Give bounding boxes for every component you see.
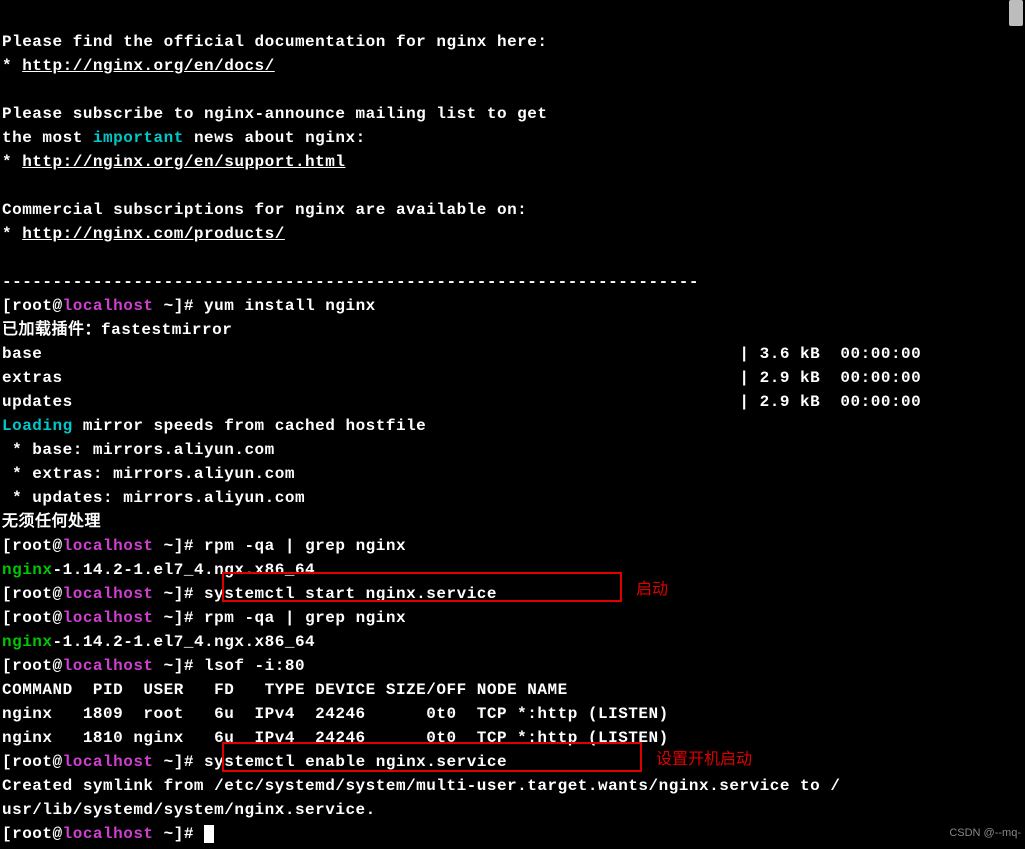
symlink-line-2: usr/lib/systemd/system/nginx.service. [2, 801, 376, 819]
subscribe-line-2a: the most [2, 129, 93, 147]
hostname: localhost [63, 753, 154, 771]
annotation-label-start: 启动 [636, 578, 668, 602]
hostname: localhost [63, 537, 154, 555]
subscribe-line-1: Please subscribe to nginx-announce maili… [2, 105, 547, 123]
repo-extras: extras | 2.9 kB 00:00:00 [2, 369, 921, 387]
commercial-line: Commercial subscriptions for nginx are a… [2, 201, 527, 219]
hostname: localhost [63, 585, 154, 603]
cursor-icon [204, 825, 214, 843]
support-url: http://nginx.org/en/support.html [22, 153, 345, 171]
prompt-close: ~]# [154, 609, 205, 627]
repo-base: base | 3.6 kB 00:00:00 [2, 345, 921, 363]
terminal-output[interactable]: Please find the official documentation f… [0, 0, 1025, 846]
cmd-rpm-2: rpm -qa | grep nginx [204, 609, 406, 627]
prompt-open: [root@ [2, 825, 63, 843]
hostname: localhost [63, 609, 154, 627]
annotation-box-start [222, 572, 622, 602]
hostname: localhost [63, 657, 154, 675]
repo-updates: updates | 2.9 kB 00:00:00 [2, 393, 921, 411]
prompt-open: [root@ [2, 537, 63, 555]
lsof-row-1: nginx 1809 root 6u IPv4 24246 0t0 TCP *:… [2, 705, 669, 723]
pkg-name: nginx [2, 561, 53, 579]
prompt-close: ~]# [154, 825, 205, 843]
products-url: http://nginx.com/products/ [22, 225, 285, 243]
hostname: localhost [63, 297, 154, 315]
prompt-close: ~]# [154, 297, 205, 315]
symlink-line-1: Created symlink from /etc/systemd/system… [2, 777, 840, 795]
cmd-rpm: rpm -qa | grep nginx [204, 537, 406, 555]
cmd-yum: yum install nginx [204, 297, 376, 315]
prompt-close: ~]# [154, 753, 205, 771]
mirror-updates: * updates: mirrors.aliyun.com [2, 489, 305, 507]
prompt-open: [root@ [2, 297, 63, 315]
prompt-open: [root@ [2, 585, 63, 603]
plugins-line: 已加载插件：fastestmirror [2, 321, 232, 339]
bullet: * [2, 153, 22, 171]
hr: ----------------------------------------… [2, 273, 699, 291]
prompt-open: [root@ [2, 609, 63, 627]
annotation-label-enable: 设置开机启动 [656, 748, 752, 772]
docs-url: http://nginx.org/en/docs/ [22, 57, 275, 75]
watermark: CSDN @--mq- [949, 825, 1021, 842]
nothing-to-do: 无须任何处理 [2, 513, 101, 531]
prompt-close: ~]# [154, 537, 205, 555]
prompt-close: ~]# [154, 657, 205, 675]
lsof-header: COMMAND PID USER FD TYPE DEVICE SIZE/OFF… [2, 681, 568, 699]
annotation-box-enable [222, 742, 642, 772]
bullet: * [2, 225, 22, 243]
mirror-extras: * extras: mirrors.aliyun.com [2, 465, 295, 483]
prompt-close: ~]# [154, 585, 205, 603]
pkg-rest-2: -1.14.2-1.el7_4.ngx.x86_64 [53, 633, 316, 651]
prompt-open: [root@ [2, 753, 63, 771]
pkg-name-2: nginx [2, 633, 53, 651]
important-highlight: important [93, 129, 184, 147]
prompt-open: [root@ [2, 657, 63, 675]
loading-rest: mirror speeds from cached hostfile [73, 417, 427, 435]
loading-word: Loading [2, 417, 73, 435]
docs-intro-line: Please find the official documentation f… [2, 33, 547, 51]
bullet: * [2, 57, 22, 75]
scrollbar-handle[interactable] [1009, 0, 1023, 26]
mirror-base: * base: mirrors.aliyun.com [2, 441, 275, 459]
cmd-lsof: lsof -i:80 [204, 657, 305, 675]
hostname: localhost [63, 825, 154, 843]
subscribe-line-2c: news about nginx: [184, 129, 366, 147]
